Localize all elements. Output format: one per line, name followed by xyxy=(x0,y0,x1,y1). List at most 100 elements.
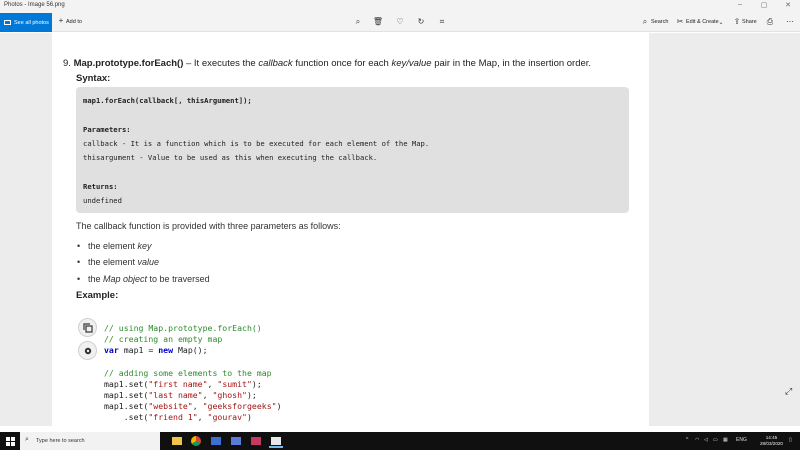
code-line: map1.set("website", "geeksforgeeks") xyxy=(104,401,282,411)
notifications-icon[interactable]: ▯ xyxy=(789,437,792,443)
code-text: .set( xyxy=(104,412,149,422)
see-all-photos-label: See all photos xyxy=(14,19,49,26)
heading-end: pair in the Map, in the insertion order. xyxy=(431,58,592,69)
code-text: map1.set( xyxy=(104,379,149,389)
callback-paragraph: The callback function is provided with t… xyxy=(76,221,341,231)
maximize-icon[interactable]: ▢ xyxy=(756,1,772,9)
app-icon[interactable] xyxy=(229,434,243,448)
code-string: "ghosh" xyxy=(212,390,247,400)
window-title: Photos - Image 56.png xyxy=(4,2,65,8)
copy-icon xyxy=(82,322,93,333)
rotate-icon[interactable]: ↻ xyxy=(415,17,427,26)
code-text: Map(); xyxy=(173,345,208,355)
zoom-icon[interactable]: ⌕ xyxy=(352,17,364,27)
list-item: the Map object to be traversed xyxy=(77,274,210,284)
code-string: "last name" xyxy=(148,390,203,400)
heading-dash: – It executes the xyxy=(183,58,259,69)
keyboard-icon[interactable]: ▦ xyxy=(723,437,728,443)
code-string: "friend 1" xyxy=(148,412,198,422)
app-icon[interactable] xyxy=(209,434,223,448)
list-item-text: to be traversed xyxy=(147,274,210,284)
photos-icon xyxy=(4,20,11,25)
app-icon[interactable] xyxy=(249,434,263,448)
taskbar: ⌕ Type here to search ^ ◠ ◁ ▭ ▦ ENG 14:4… xyxy=(0,432,800,450)
battery-icon[interactable]: ▭ xyxy=(713,437,718,443)
settings-gear-icon xyxy=(84,347,91,354)
see-all-photos-button[interactable]: See all photos xyxy=(0,13,52,32)
code-string: "sumit" xyxy=(217,379,252,389)
list-item-em: Map object xyxy=(103,274,148,284)
code-line: .set("friend 1", "gourav") xyxy=(104,412,252,422)
run-code-button[interactable] xyxy=(78,341,97,360)
code-string: "website" xyxy=(148,401,193,411)
list-item: the element value xyxy=(77,257,160,267)
copy-code-button[interactable] xyxy=(78,318,97,337)
code-text: map1.set( xyxy=(104,401,149,411)
list-item-text: the element xyxy=(88,257,138,267)
edit-create-button[interactable]: Edit & Create xyxy=(686,19,719,25)
image-viewer: 9. Map.prototype.forEach() – It executes… xyxy=(0,33,800,426)
param-thisargument: thisargument - Value to be used as this … xyxy=(83,153,378,162)
heading-keyvalue: key/value xyxy=(391,58,432,69)
file-explorer-icon[interactable] xyxy=(170,434,184,448)
code-comment: // using Map.prototype.forEach() xyxy=(104,323,262,333)
parameters-label: Parameters: xyxy=(83,125,131,134)
share-button[interactable]: Share xyxy=(742,19,757,25)
list-item-text: the xyxy=(88,274,104,284)
language-indicator[interactable]: ENG xyxy=(736,437,747,443)
search-placeholder: Type here to search xyxy=(36,438,85,444)
app-toolbar: See all photos + Add to ⌕ 🗑 ♡ ↻ ⌗ ⌕ Sear… xyxy=(0,13,800,32)
taskbar-clock[interactable]: 14:45 28/03/2020 xyxy=(760,435,783,447)
syntax-label: Syntax: xyxy=(76,73,111,84)
returns-label: Returns: xyxy=(83,182,118,191)
heading-callback: callback xyxy=(258,58,293,69)
more-options-icon[interactable]: ⋯ xyxy=(784,17,796,26)
code-comment: // creating an empty map xyxy=(104,334,223,344)
clock-date: 28/03/2020 xyxy=(760,441,783,446)
minimize-icon[interactable]: – xyxy=(732,1,748,8)
crop-icon[interactable]: ⌗ xyxy=(436,17,448,27)
expand-icon[interactable]: ⤢ xyxy=(785,386,792,397)
example-label: Example: xyxy=(76,290,119,301)
close-icon[interactable]: ✕ xyxy=(780,1,796,9)
chrome-icon[interactable] xyxy=(189,434,203,448)
chevron-down-icon[interactable]: ⌄ xyxy=(715,19,727,26)
screenshot-page: 9. Map.prototype.forEach() – It executes… xyxy=(52,33,649,426)
code-line: map1.set("last name", "ghosh"); xyxy=(104,390,257,400)
windows-logo-icon xyxy=(5,436,15,446)
list-item-text: the element xyxy=(88,241,138,251)
list-item: the element key xyxy=(77,241,152,251)
start-button[interactable] xyxy=(0,432,20,450)
heading-number: 9. xyxy=(63,58,71,69)
wifi-icon[interactable]: ◠ xyxy=(695,437,699,443)
add-to-button[interactable]: Add to xyxy=(66,19,82,25)
code-keyword: new xyxy=(158,345,174,355)
code-string: "first name" xyxy=(148,379,208,389)
heading-method: Map.prototype.forEach() xyxy=(73,58,184,69)
code-comment: // adding some elements to the map xyxy=(104,368,272,378)
syntax-code-block: map1.forEach(callback[, thisArgument]); … xyxy=(76,87,629,213)
returns-value: undefined xyxy=(83,196,122,205)
code-line: map1.set("first name", "sumit"); xyxy=(104,379,262,389)
list-item-em: key xyxy=(137,241,152,251)
list-item-em: value xyxy=(137,257,160,267)
delete-icon[interactable]: 🗑 xyxy=(372,17,384,26)
taskbar-search-box[interactable]: ⌕ Type here to search xyxy=(20,432,160,450)
method-heading: 9. Map.prototype.forEach() – It executes… xyxy=(63,58,591,69)
print-icon[interactable]: ⎙ xyxy=(764,17,776,27)
edit-icon: ✂ xyxy=(676,17,684,26)
syntax-line: map1.forEach(callback[, thisArgument]); xyxy=(83,96,252,105)
viewer-margin xyxy=(649,33,800,426)
code-text: map1.set( xyxy=(104,390,149,400)
title-bar: Photos - Image 56.png – ▢ ✕ xyxy=(0,0,800,13)
param-callback: callback - It is a function which is to … xyxy=(83,139,430,148)
code-text: map1 = xyxy=(118,345,159,355)
code-keyword: var xyxy=(104,345,119,355)
chevron-up-icon[interactable]: ^ xyxy=(686,437,688,443)
code-string: "geeksforgeeks" xyxy=(202,401,277,411)
search-icon: ⌕ xyxy=(642,17,648,26)
volume-icon[interactable]: ◁ xyxy=(704,437,708,443)
search-button[interactable]: Search xyxy=(651,19,668,25)
favorite-heart-icon[interactable]: ♡ xyxy=(394,17,406,26)
photos-app-icon[interactable] xyxy=(269,434,283,448)
